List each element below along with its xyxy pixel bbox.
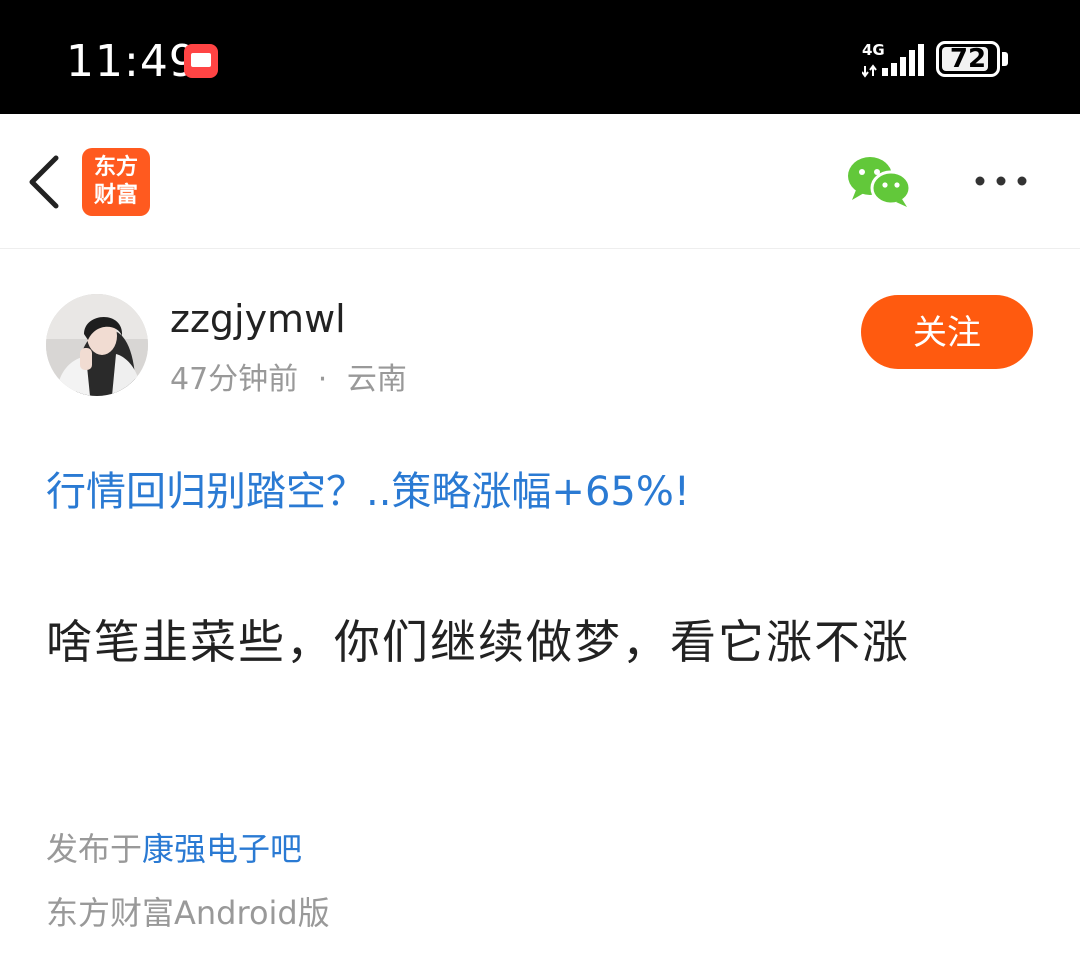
- client-info: 东方财富Android版: [46, 894, 330, 932]
- wechat-icon: [848, 157, 912, 207]
- author-name[interactable]: zzgjymwl: [170, 296, 346, 342]
- post-body: 啥笔韭菜些，你们继续做梦，看它涨不涨: [46, 615, 910, 669]
- status-time: 11:49: [66, 36, 198, 87]
- signal-bars-icon: [862, 44, 924, 78]
- logo-text-line1: 东方: [93, 155, 138, 180]
- author-section: zzgjymwl 47分钟前 · 云南 关注: [0, 290, 1080, 410]
- promo-title-link[interactable]: 行情回归别踏空？..策略涨幅+65%!: [46, 460, 1046, 524]
- back-button[interactable]: [18, 150, 72, 214]
- logo-text-line2: 财富: [93, 183, 138, 208]
- meta-separator: ·: [317, 362, 328, 397]
- battery-level: 72: [949, 44, 987, 74]
- post-time: 47分钟前: [170, 362, 299, 397]
- wechat-share-button[interactable]: [846, 154, 912, 210]
- avatar-photo: [46, 294, 148, 396]
- post-meta: 47分钟前 · 云南: [170, 360, 407, 400]
- app-notification-icon: [184, 44, 218, 78]
- more-dots-icon: [975, 176, 1027, 186]
- published-in: 发布于康强电子吧: [46, 826, 302, 872]
- status-bar: 11:49 4G 72: [0, 0, 1080, 114]
- published-prefix: 发布于: [46, 830, 143, 868]
- more-options-button[interactable]: [970, 166, 1032, 196]
- app-logo: 东方 财富: [82, 148, 150, 216]
- post-location: 云南: [346, 362, 407, 397]
- follow-button[interactable]: 关注: [861, 295, 1033, 369]
- top-nav-bar: 东方 财富: [0, 114, 1080, 249]
- avatar[interactable]: [46, 294, 148, 396]
- signal-icon: 4G: [862, 42, 924, 78]
- forum-link[interactable]: 康强电子吧: [142, 830, 302, 868]
- chevron-left-icon: [29, 155, 59, 209]
- battery-icon: 72: [936, 41, 1000, 77]
